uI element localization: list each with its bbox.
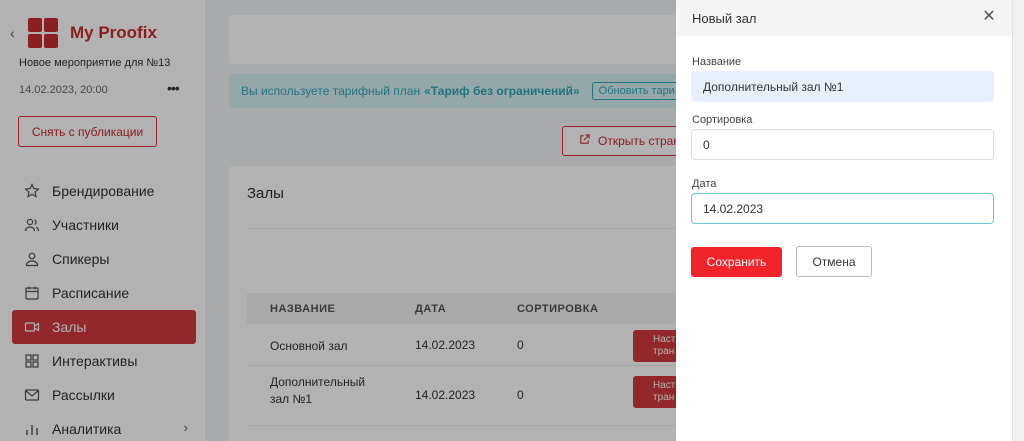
name-label: Название (692, 56, 742, 68)
sort-input[interactable] (691, 129, 994, 160)
modal-backdrop[interactable] (0, 0, 676, 441)
date-input[interactable] (691, 193, 994, 224)
cancel-button[interactable]: Отмена (796, 246, 872, 277)
new-hall-panel: Новый зал ✕ Название Сортировка Дата Сох… (676, 0, 1012, 441)
panel-title: Новый зал (692, 10, 757, 26)
date-label: Дата (692, 178, 717, 190)
save-button[interactable]: Сохранить (691, 247, 782, 277)
scrollbar[interactable] (1012, 0, 1024, 441)
sort-label: Сортировка (692, 114, 753, 126)
panel-header: Новый зал ✕ (676, 0, 1012, 36)
close-icon[interactable]: ✕ (980, 8, 998, 26)
hall-name-input[interactable] (691, 71, 994, 102)
